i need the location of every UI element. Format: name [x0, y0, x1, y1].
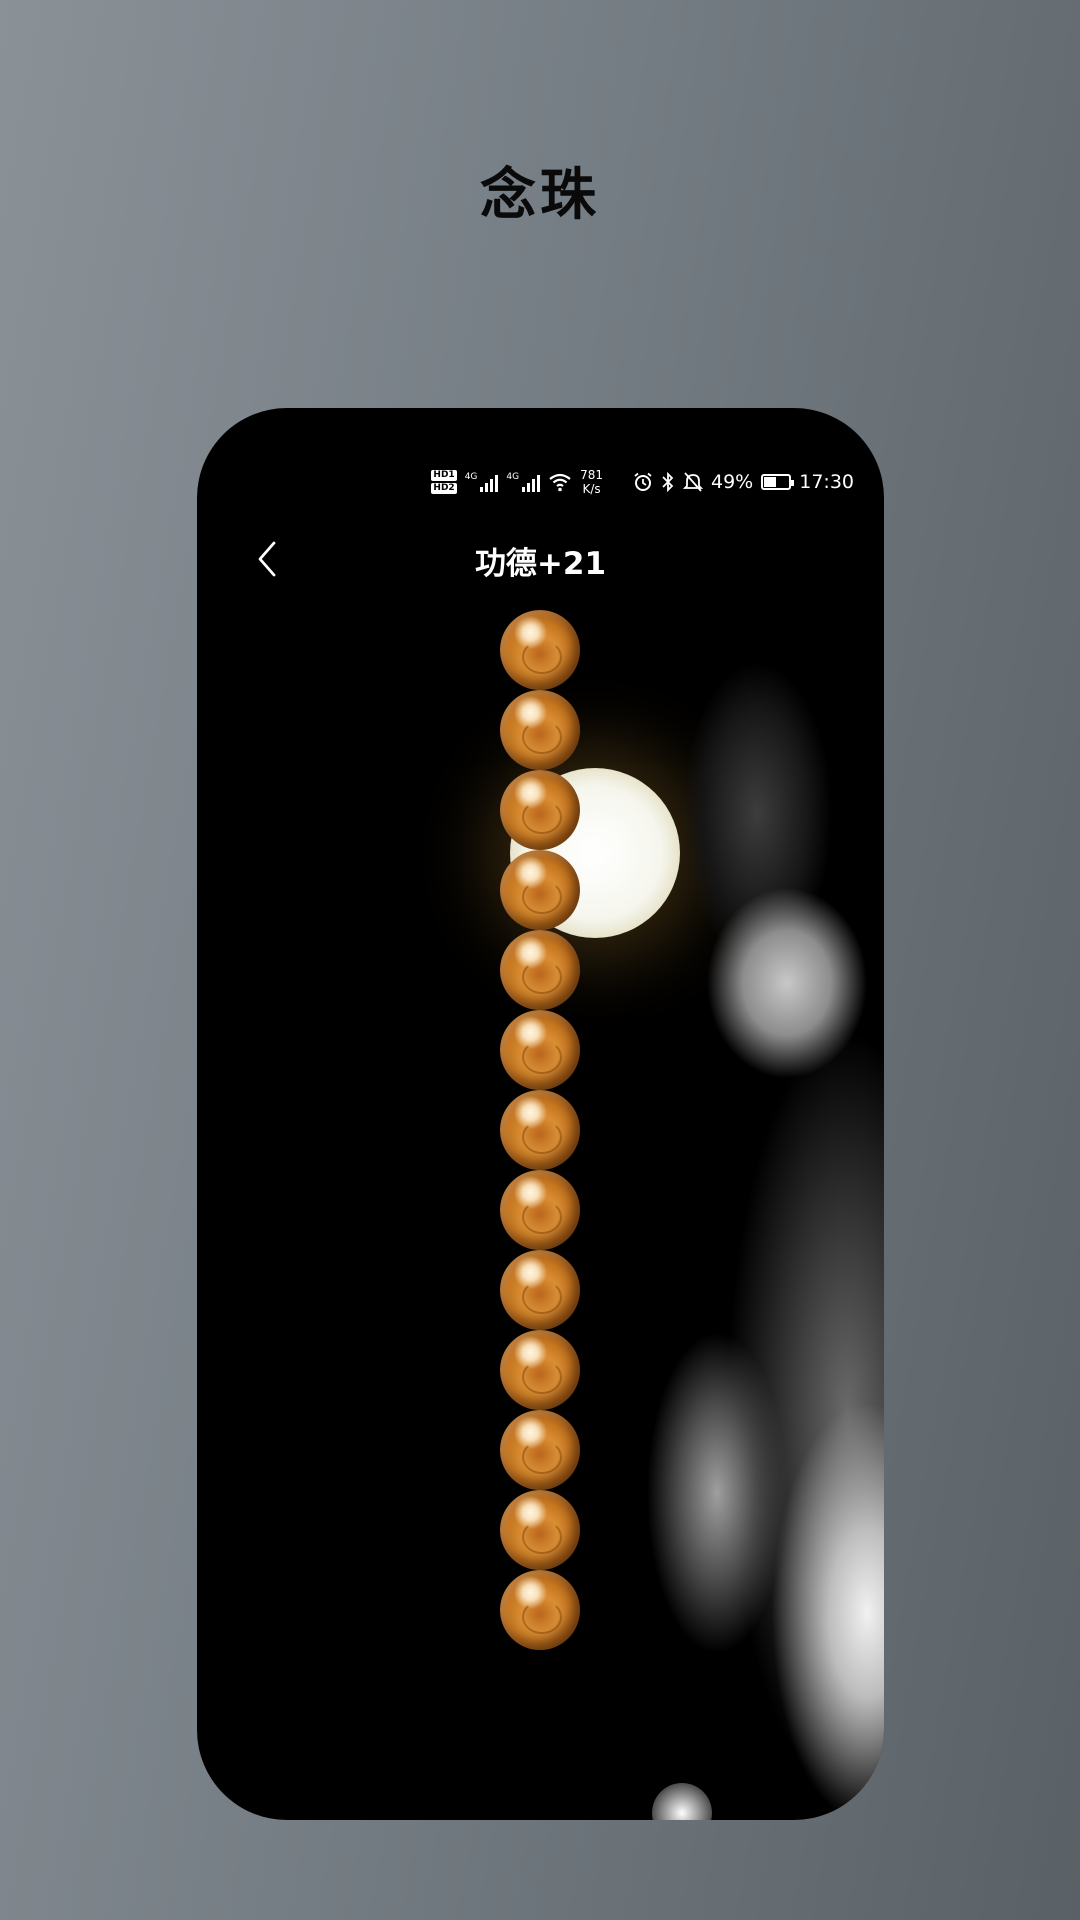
- prayer-bead[interactable]: [500, 610, 580, 690]
- network-speed: 781 K/s: [580, 468, 603, 496]
- status-bar: HD1 HD2 4G 4G 781 K/s 49% 17:30: [431, 464, 854, 500]
- prayer-bead[interactable]: [500, 1010, 580, 1090]
- buddha-statue: [547, 653, 884, 1820]
- merit-counter-title: 功德+21: [474, 546, 607, 582]
- prayer-bead[interactable]: [500, 1330, 580, 1410]
- signal-icon: 4G: [465, 472, 499, 492]
- prayer-bead[interactable]: [500, 1570, 580, 1650]
- prayer-bead[interactable]: [500, 1170, 580, 1250]
- prayer-bead-string[interactable]: [500, 610, 580, 1650]
- phone-screen: HD1 HD2 4G 4G 781 K/s 49% 17:30 功德+21: [197, 408, 884, 1820]
- prayer-bead[interactable]: [500, 1250, 580, 1330]
- promo-title: 念珠: [480, 163, 600, 228]
- prayer-bead[interactable]: [500, 930, 580, 1010]
- hd2-badge: HD2: [431, 483, 457, 494]
- clock-time: 17:30: [799, 471, 854, 493]
- battery-charging-icon: [761, 474, 795, 490]
- prayer-bead[interactable]: [500, 690, 580, 770]
- prayer-bead[interactable]: [500, 1410, 580, 1490]
- network-type-2: 4G: [506, 472, 520, 482]
- prayer-bead[interactable]: [500, 1090, 580, 1170]
- prayer-bead[interactable]: [500, 770, 580, 850]
- wifi-icon: [549, 473, 571, 492]
- signal-icon-2: 4G: [506, 472, 541, 492]
- mute-bell-icon: [683, 472, 703, 492]
- hd1-badge: HD1: [431, 470, 457, 481]
- bluetooth-icon: [662, 471, 674, 493]
- speed-value: 781: [580, 468, 603, 482]
- speed-unit: K/s: [582, 482, 601, 496]
- alarm-icon: [634, 472, 652, 491]
- prayer-bead[interactable]: [500, 1490, 580, 1570]
- hd-indicators: HD1 HD2: [431, 470, 457, 494]
- network-type-1: 4G: [464, 472, 478, 482]
- prayer-bead[interactable]: [500, 850, 580, 930]
- battery-percent: 49%: [711, 471, 754, 493]
